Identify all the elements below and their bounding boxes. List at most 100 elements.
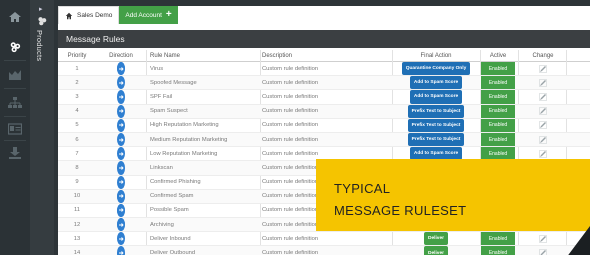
rule-name-cell[interactable]: Confirmed Phishing <box>150 176 260 189</box>
direction-icon <box>117 203 125 218</box>
direction-icon <box>117 175 125 189</box>
final-action-cell: Prefix Text to Subject <box>392 118 480 132</box>
active-cell: Enabled <box>481 132 515 147</box>
priority-cell: 8 <box>75 164 79 171</box>
table-row[interactable]: 13 Deliver Inbound Custom rule definition D… <box>58 232 590 247</box>
direction-cell <box>96 218 146 232</box>
direction-cell <box>96 246 146 255</box>
add-account-button[interactable]: Add Account + <box>119 6 178 24</box>
callout-line-2: MESSAGE RULESET <box>334 203 467 218</box>
direction-icon <box>117 118 125 132</box>
direction-cell <box>96 118 146 132</box>
rule-name-cell[interactable]: Confirmed Spam <box>150 190 260 203</box>
col-direction[interactable]: Direction <box>96 50 146 61</box>
rule-name-cell[interactable]: Spoofed Message <box>150 76 260 89</box>
col-description[interactable]: Description <box>262 50 392 61</box>
table-row[interactable]: 1 Virus Custom rule definition Quarantine C… <box>58 62 590 77</box>
description-cell: Custom rule definition <box>262 79 319 86</box>
rail-divider <box>4 88 26 89</box>
corner-decoration <box>568 226 590 255</box>
rule-name-cell[interactable]: SPF Fail <box>150 90 260 103</box>
direction-cell <box>96 161 146 175</box>
rule-name-cell[interactable]: Linkscan <box>150 161 260 174</box>
col-change[interactable]: Change <box>520 50 566 61</box>
direction-cell <box>96 132 146 147</box>
col-priority[interactable]: Priority <box>58 50 96 61</box>
direction-icon <box>117 189 125 203</box>
active-cell: Enabled <box>481 62 515 76</box>
final-action-badge: Prefix Text to Subject <box>407 104 465 118</box>
final-action-cell: Prefix Text to Subject <box>392 104 480 118</box>
active-cell: Enabled <box>481 104 515 118</box>
status-badge[interactable]: Enabled <box>481 246 515 255</box>
col-final-action[interactable]: Final Action <box>392 50 480 61</box>
active-cell: Enabled <box>481 90 515 104</box>
rule-name-cell[interactable]: Virus <box>150 62 260 75</box>
direction-icon <box>117 246 125 255</box>
table-row[interactable]: 3 SPF Fail Custom rule definition Add to Sp… <box>58 90 590 105</box>
edit-icon[interactable] <box>520 76 566 89</box>
col-rule-name[interactable]: Rule Name <box>150 50 260 61</box>
direction-cell <box>96 189 146 203</box>
status-badge[interactable]: Enabled <box>481 90 515 104</box>
table-row[interactable]: 2 Spoofed Message Custom rule definition Ad… <box>58 76 590 91</box>
status-badge[interactable]: Enabled <box>481 104 515 118</box>
direction-icon <box>117 62 125 76</box>
hierarchy-icon[interactable] <box>7 96 23 110</box>
status-badge[interactable]: Enabled <box>481 76 515 90</box>
edit-icon[interactable] <box>520 62 566 75</box>
callout-line-1: TYPICAL <box>334 181 391 196</box>
priority-cell: 11 <box>73 207 81 214</box>
final-action-badge: Prefix Text to Subject <box>407 132 465 147</box>
download-icon[interactable] <box>7 146 23 160</box>
rule-name-cell[interactable]: High Reputation Marketing <box>150 119 260 132</box>
direction-cell <box>96 232 146 246</box>
chart-icon[interactable] <box>7 68 23 82</box>
priority-cell: 12 <box>73 221 81 228</box>
edit-icon[interactable] <box>520 133 566 146</box>
rule-name-cell[interactable]: Low Reputation Marketing <box>150 147 260 160</box>
tab-bar: Sales Demo Add Account + <box>58 6 178 24</box>
rule-name-cell[interactable]: Deliver Inbound <box>150 232 260 245</box>
rail-divider <box>4 140 26 141</box>
active-cell: Enabled <box>481 76 515 90</box>
id-card-icon[interactable] <box>7 122 23 136</box>
status-badge[interactable]: Enabled <box>481 62 515 76</box>
final-action-cell: Quarantine Company Only <box>392 62 480 76</box>
edit-icon[interactable] <box>520 105 566 118</box>
products-panel[interactable]: ▸ Products <box>30 0 54 255</box>
direction-icon <box>117 147 125 161</box>
final-action-cell: Prefix Text to Subject <box>392 132 480 147</box>
priority-cell: 4 <box>75 108 79 115</box>
final-action-cell: Add to Spam Score <box>392 90 480 104</box>
table-row[interactable]: 5 High Reputation Marketing Custom rule de… <box>58 118 590 133</box>
direction-icon <box>117 76 125 90</box>
final-action-badge: Add to Spam Score <box>409 76 463 90</box>
priority-cell: 7 <box>75 150 79 157</box>
edit-icon[interactable] <box>520 90 566 103</box>
rule-name-cell[interactable]: Medium Reputation Marketing <box>150 133 260 146</box>
status-badge[interactable]: Enabled <box>481 132 515 147</box>
chevron-right-icon[interactable]: ▸ <box>39 5 43 13</box>
direction-cell <box>96 104 146 118</box>
edit-icon[interactable] <box>520 119 566 132</box>
rule-name-cell[interactable]: Archiving <box>150 218 260 231</box>
final-action-badge: Prefix Text to Subject <box>407 118 465 132</box>
priority-cell: 9 <box>75 179 79 186</box>
home-icon[interactable] <box>7 10 23 24</box>
status-badge[interactable]: Enabled <box>481 118 515 132</box>
products-logo-icon[interactable] <box>7 40 23 54</box>
table-row[interactable]: 4 Spam Suspect Custom rule definition Prefi… <box>58 104 590 119</box>
rule-name-cell[interactable]: Spam Suspect <box>150 105 260 118</box>
rule-name-cell[interactable]: Deliver Outbound <box>150 246 260 255</box>
rule-name-cell[interactable]: Possible Spam <box>150 204 260 217</box>
products-label[interactable]: Products <box>35 30 44 61</box>
description-cell: Custom rule definition <box>262 122 319 129</box>
table-row[interactable]: 14 Deliver Outbound Custom rule definition… <box>58 246 590 255</box>
priority-cell: 13 <box>73 235 81 242</box>
add-account-label: Add Account <box>125 11 162 19</box>
table-row[interactable]: 6 Medium Reputation Marketing Custom rule … <box>58 132 590 148</box>
col-active[interactable]: Active <box>481 50 515 61</box>
tab-sales-demo[interactable]: Sales Demo <box>58 6 120 24</box>
status-badge[interactable]: Enabled <box>481 232 515 246</box>
